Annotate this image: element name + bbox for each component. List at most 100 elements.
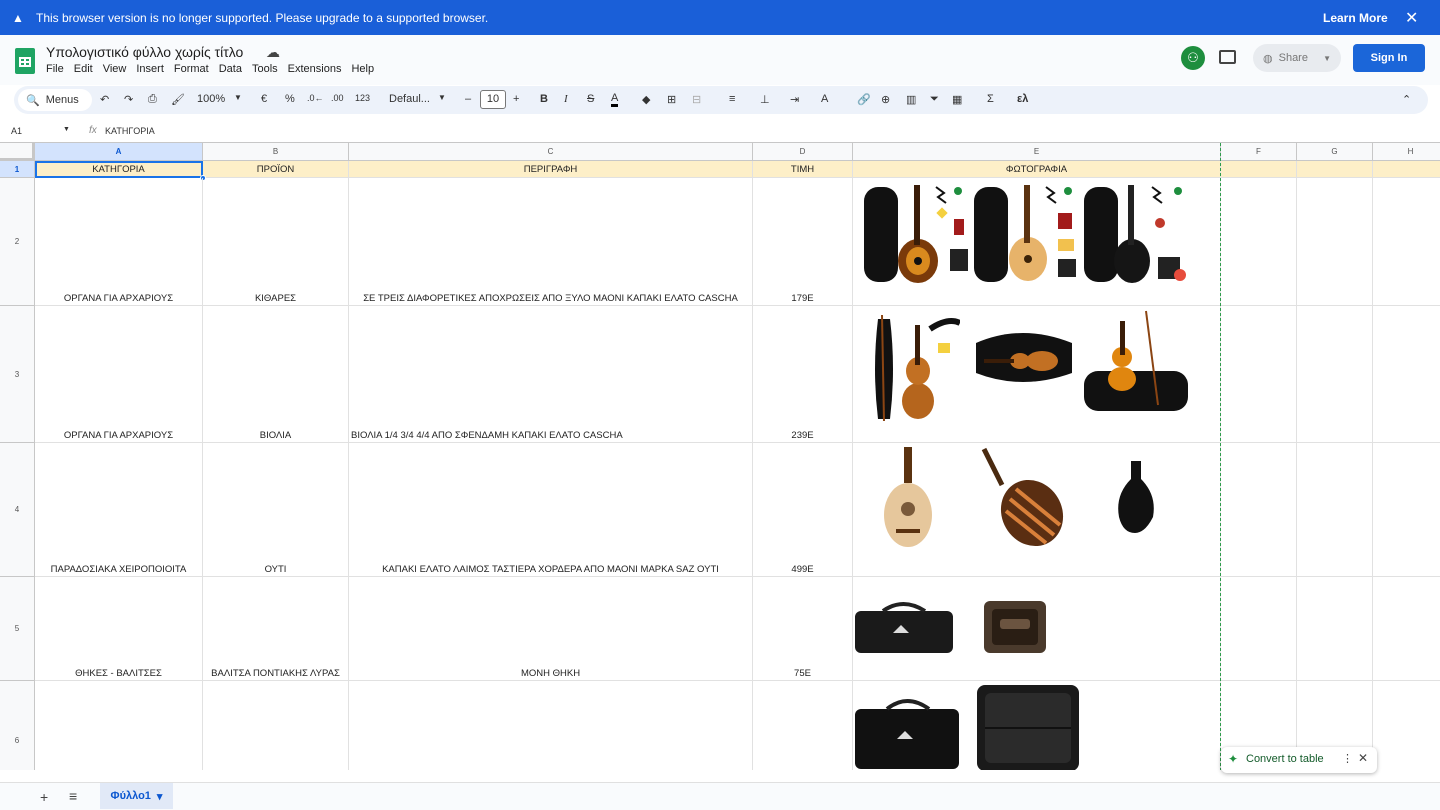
menu-view[interactable]: View bbox=[103, 63, 127, 75]
cell-c3[interactable]: ΒΙΟΛΙΑ 1/4 3/4 4/4 ΑΠΟ ΣΦΕΝΔΑΜΗ ΚΑΠΑΚΙ Ε… bbox=[349, 306, 753, 443]
text-color-icon[interactable]: A bbox=[611, 93, 619, 107]
bold-icon[interactable]: B bbox=[540, 93, 548, 105]
cell-c4[interactable]: ΚΑΠΑΚΙ ΕΛΑΤΟ ΛΑΙΜΟΣ ΤΑΣΤΙΕΡΑ ΧΟΡΔΕΡΑ ΑΠΟ… bbox=[349, 443, 753, 577]
violin-photo-case[interactable] bbox=[972, 323, 1077, 393]
menu-extensions[interactable]: Extensions bbox=[288, 63, 342, 75]
text-wrap-icon[interactable]: ⇥ bbox=[790, 93, 799, 106]
cell-a3[interactable]: ΟΡΓΑΝΑ ΓΙΑ ΑΡΧΑΡΙΟΥΣ bbox=[35, 306, 203, 443]
cell-b1[interactable]: ΠΡΟΪΟΝ bbox=[203, 161, 349, 178]
lyra-case-photo-open[interactable] bbox=[980, 597, 1052, 659]
cell-h6[interactable] bbox=[1373, 681, 1440, 770]
redo-icon[interactable]: ↷ bbox=[124, 93, 133, 106]
print-icon[interactable]: ⎙ bbox=[148, 93, 157, 106]
cell-h1[interactable] bbox=[1373, 161, 1440, 178]
column-header-c[interactable]: C bbox=[349, 143, 753, 161]
decrease-font-icon[interactable]: – bbox=[465, 93, 471, 105]
chevron-down-icon[interactable]: ▾ bbox=[157, 790, 163, 803]
case-photo-hard[interactable] bbox=[975, 683, 1081, 770]
cloud-status-icon[interactable]: ☁ bbox=[266, 44, 280, 61]
italic-icon[interactable]: I bbox=[564, 93, 568, 105]
filter-views-icon[interactable]: ▦ bbox=[952, 93, 962, 106]
violin-photo-open[interactable] bbox=[870, 309, 960, 427]
currency-icon[interactable]: € bbox=[261, 93, 267, 105]
convert-to-table-chip[interactable]: ✦ Convert to table ⋮ ✕ bbox=[1221, 747, 1377, 773]
fill-color-icon[interactable]: ◆ bbox=[642, 93, 650, 106]
case-photo-bag[interactable] bbox=[853, 695, 963, 770]
learn-more-link[interactable]: Learn More bbox=[1323, 11, 1388, 25]
lyra-case-photo-closed[interactable] bbox=[853, 601, 957, 659]
cell-d4[interactable]: 499E bbox=[753, 443, 853, 577]
input-tools-icon[interactable]: ελ bbox=[1017, 93, 1028, 105]
cell-d2[interactable]: 179E bbox=[753, 178, 853, 306]
all-sheets-icon[interactable]: ≡ bbox=[69, 788, 77, 804]
increase-font-icon[interactable]: + bbox=[513, 93, 519, 105]
cell-a2[interactable]: ΟΡΓΑΝΑ ΓΙΑ ΑΡΧΑΡΙΟΥΣ bbox=[35, 178, 203, 306]
violin-photo-box[interactable] bbox=[1080, 309, 1192, 415]
font-select[interactable]: Defaul... bbox=[389, 93, 430, 105]
oud-photo-back[interactable] bbox=[976, 445, 1072, 551]
menu-file[interactable]: File bbox=[46, 63, 64, 75]
cell-f2[interactable] bbox=[1221, 178, 1297, 306]
horizontal-align-icon[interactable]: ≡ bbox=[729, 93, 735, 105]
cell-g1[interactable] bbox=[1297, 161, 1373, 178]
menu-data[interactable]: Data bbox=[219, 63, 242, 75]
close-icon[interactable]: ✕ bbox=[1358, 751, 1368, 765]
cell-c1[interactable]: ΠΕΡΙΓΡΑΦΗ bbox=[349, 161, 753, 178]
increase-decimal-icon[interactable]: .00 bbox=[331, 93, 344, 103]
menu-tools[interactable]: Tools bbox=[252, 63, 278, 75]
row-header-1[interactable]: 1 bbox=[0, 161, 35, 178]
cell-f3[interactable] bbox=[1221, 306, 1297, 443]
link-icon[interactable]: 🔗 bbox=[857, 93, 871, 106]
percent-icon[interactable]: % bbox=[285, 93, 295, 105]
sheets-logo-icon[interactable] bbox=[15, 48, 35, 74]
cell-f1[interactable] bbox=[1221, 161, 1297, 178]
chevron-down-icon[interactable]: ▼ bbox=[63, 126, 70, 133]
more-options-icon[interactable]: ⋮ bbox=[1342, 752, 1353, 765]
functions-icon[interactable]: Σ bbox=[987, 93, 994, 105]
cell-a1[interactable]: ΚΑΤΗΓΟΡΙΑ bbox=[35, 161, 203, 178]
row-header-6[interactable]: 6 bbox=[0, 681, 35, 770]
cell-b4[interactable]: ΟΥΤΙ bbox=[203, 443, 349, 577]
menu-format[interactable]: Format bbox=[174, 63, 209, 75]
cell-h2[interactable] bbox=[1373, 178, 1440, 306]
zoom-select[interactable]: 100% bbox=[197, 93, 225, 105]
name-box[interactable]: A1 bbox=[11, 126, 22, 136]
filter-icon[interactable]: ⏷ bbox=[930, 93, 939, 106]
menu-help[interactable]: Help bbox=[351, 63, 374, 75]
chart-icon[interactable]: ▥ bbox=[906, 93, 916, 106]
cell-d1[interactable]: ΤΙΜΗ bbox=[753, 161, 853, 178]
cell-c2[interactable]: ΣΕ ΤΡΕΙΣ ΔΙΑΦΟΡΕΤΙΚΕΣ ΑΠΟΧΡΩΣΕΙΣ ΑΠΟ ΞΥΛ… bbox=[349, 178, 753, 306]
paint-format-icon[interactable]: 🖌 bbox=[171, 93, 185, 106]
add-sheet-icon[interactable]: + bbox=[40, 789, 48, 805]
menu-insert[interactable]: Insert bbox=[136, 63, 164, 75]
select-all-corner[interactable] bbox=[0, 143, 35, 161]
cell-h5[interactable] bbox=[1373, 577, 1440, 681]
cell-b3[interactable]: ΒΙΟΛΙΑ bbox=[203, 306, 349, 443]
cell-f4[interactable] bbox=[1221, 443, 1297, 577]
row-header-4[interactable]: 4 bbox=[0, 443, 35, 577]
cell-a5[interactable]: ΘΗΚΕΣ - ΒΑΛΙΤΣΕΣ bbox=[35, 577, 203, 681]
convert-to-table-button[interactable]: Convert to table bbox=[1246, 753, 1324, 765]
borders-icon[interactable]: ⊞ bbox=[667, 93, 676, 106]
cell-a6[interactable] bbox=[35, 681, 203, 770]
cell-g3[interactable] bbox=[1297, 306, 1373, 443]
cell-h4[interactable] bbox=[1373, 443, 1440, 577]
column-header-d[interactable]: D bbox=[753, 143, 853, 161]
undo-icon[interactable]: ↶ bbox=[100, 93, 109, 106]
guitar-photo-sunburst[interactable] bbox=[862, 179, 972, 287]
cell-b5[interactable]: ΒΑΛΙΤΣΑ ΠΟΝΤΙΑΚΗΣ ΛΥΡΑΣ bbox=[203, 577, 349, 681]
column-header-e[interactable]: E bbox=[853, 143, 1221, 161]
cell-g4[interactable] bbox=[1297, 443, 1373, 577]
column-header-h[interactable]: H bbox=[1373, 143, 1440, 161]
cell-b6[interactable] bbox=[203, 681, 349, 770]
strikethrough-icon[interactable]: S bbox=[587, 93, 594, 105]
column-header-g[interactable]: G bbox=[1297, 143, 1373, 161]
cell-d3[interactable]: 239E bbox=[753, 306, 853, 443]
row-header-2[interactable]: 2 bbox=[0, 178, 35, 306]
cell-f5[interactable] bbox=[1221, 577, 1297, 681]
comment-history-icon[interactable] bbox=[1219, 50, 1236, 64]
cell-e1[interactable]: ΦΩΤΟΓΡΑΦΙΑ bbox=[853, 161, 1221, 178]
cell-d5[interactable]: 75E bbox=[753, 577, 853, 681]
share-button[interactable]: ◍ Share ▼ bbox=[1253, 44, 1341, 72]
oud-photo-case[interactable] bbox=[1113, 459, 1159, 535]
